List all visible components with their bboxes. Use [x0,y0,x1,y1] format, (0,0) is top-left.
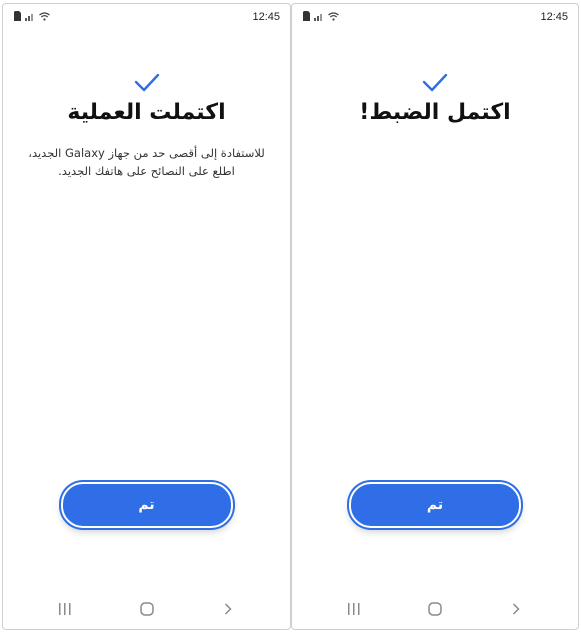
signal-icon [25,13,33,21]
navigation-bar [292,595,578,623]
status-icons [303,11,339,21]
status-clock: 12:45 [252,11,280,23]
back-chevron-icon [512,603,520,615]
done-button[interactable]: تم [60,482,233,528]
sim-icon [303,11,310,21]
check-icon [134,73,159,92]
signal-icon [314,13,322,21]
phone-screen-completed: 12:45 اكتملت العملية للاستفادة إلى أقصى … [2,3,291,630]
comparison-stage: 12:45 اكتملت العملية للاستفادة إلى أقصى … [0,0,581,633]
page-title: اكتملت العملية [67,100,226,125]
sim-icon [14,11,21,21]
status-clock: 12:45 [540,11,568,23]
recents-icon [348,603,360,615]
page-description: للاستفادة إلى أقصى حد من جهاز Galaxy الج… [28,146,265,178]
recents-button[interactable] [342,597,366,621]
back-button[interactable] [216,597,240,621]
phone-screen-setup-complete: 12:45 اكتمل الضبط! تم [291,3,579,630]
status-bar: 12:45 [3,4,290,30]
page-title: اكتمل الضبط! [359,100,511,125]
status-icons [14,11,50,21]
home-button[interactable] [135,597,159,621]
home-icon [139,602,154,616]
status-bar: 12:45 [292,4,578,30]
back-chevron-icon [224,603,232,615]
recents-icon [59,603,71,615]
done-button[interactable]: تم [349,482,521,528]
check-icon [422,73,448,92]
home-button[interactable] [423,597,447,621]
home-icon [428,602,442,616]
navigation-bar [3,595,290,623]
wifi-icon [39,11,50,21]
back-button[interactable] [504,597,528,621]
wifi-icon [328,11,339,21]
recents-button[interactable] [53,597,77,621]
